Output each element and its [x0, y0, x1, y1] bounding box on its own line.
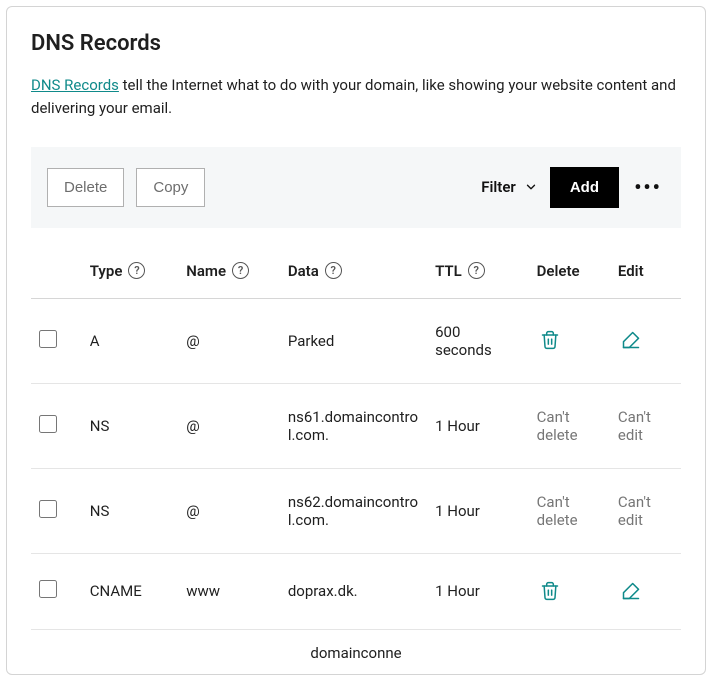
table-row: A@Parked600 seconds [31, 298, 681, 383]
help-icon[interactable]: ? [325, 262, 342, 279]
filter-label: Filter [481, 178, 516, 196]
cell-delete-disabled: Can't delete [529, 468, 610, 553]
cell-name: @ [178, 298, 280, 383]
col-header-name: Name ? [178, 250, 280, 299]
cell-type: A [82, 298, 178, 383]
cell-name: www [178, 553, 280, 629]
edit-row-button[interactable] [618, 327, 644, 353]
cell-type: NS [82, 468, 178, 553]
more-options-button[interactable]: ••• [631, 170, 665, 204]
cell-name: @ [178, 468, 280, 553]
cell-edit-disabled: Can't edit [610, 383, 681, 468]
chevron-down-icon [524, 180, 538, 194]
help-icon[interactable]: ? [468, 262, 485, 279]
pencil-icon [621, 581, 641, 601]
copy-button[interactable]: Copy [136, 168, 205, 207]
trash-icon [540, 330, 560, 350]
table-row: CNAMEwwwdoprax.dk.1 Hour [31, 553, 681, 629]
delete-row-button[interactable] [537, 327, 563, 353]
row-select-checkbox[interactable] [39, 580, 57, 598]
table-row: NS@ns62.domaincontrol.com.1 HourCan't de… [31, 468, 681, 553]
description: DNS Records tell the Internet what to do… [31, 74, 681, 121]
cell-name: @ [178, 383, 280, 468]
dns-records-card: DNS Records DNS Records tell the Interne… [6, 6, 706, 675]
page-title: DNS Records [31, 31, 681, 56]
delete-row-button[interactable] [537, 578, 563, 604]
ellipsis-icon: ••• [634, 175, 662, 199]
cell-edit-disabled: Can't edit [610, 468, 681, 553]
add-button[interactable]: Add [550, 167, 619, 208]
help-icon[interactable]: ? [232, 262, 249, 279]
cell-type: NS [82, 383, 178, 468]
row-select-checkbox[interactable] [39, 500, 57, 518]
cell-data: ns62.domaincontrol.com. [280, 468, 427, 553]
cell-ttl: 1 Hour [427, 468, 529, 553]
col-header-ttl: TTL ? [427, 250, 529, 299]
col-header-delete: Delete [529, 250, 610, 299]
col-header-type: Type ? [82, 250, 178, 299]
filter-dropdown[interactable]: Filter [481, 178, 538, 196]
dns-records-table: Type ? Name ? Data ? [31, 250, 681, 630]
edit-row-button[interactable] [618, 578, 644, 604]
trash-icon [540, 581, 560, 601]
help-icon[interactable]: ? [128, 262, 145, 279]
cell-ttl: 1 Hour [427, 553, 529, 629]
next-row-fragment: domainconne [31, 630, 681, 662]
cell-ttl: 600 seconds [427, 298, 529, 383]
delete-button[interactable]: Delete [47, 168, 124, 207]
pencil-icon [621, 330, 641, 350]
row-select-checkbox[interactable] [39, 330, 57, 348]
col-header-edit: Edit [610, 250, 681, 299]
toolbar: Delete Copy Filter Add ••• [31, 147, 681, 228]
table-row: NS@ns61.domaincontrol.com.1 HourCan't de… [31, 383, 681, 468]
description-rest: tell the Internet what to do with your d… [31, 76, 676, 117]
dns-records-link[interactable]: DNS Records [31, 76, 119, 94]
cell-data: doprax.dk. [280, 553, 427, 629]
cell-data: Parked [280, 298, 427, 383]
col-header-data: Data ? [280, 250, 427, 299]
cell-delete-disabled: Can't delete [529, 383, 610, 468]
cell-ttl: 1 Hour [427, 383, 529, 468]
cell-type: CNAME [82, 553, 178, 629]
row-select-checkbox[interactable] [39, 415, 57, 433]
cell-data: ns61.domaincontrol.com. [280, 383, 427, 468]
